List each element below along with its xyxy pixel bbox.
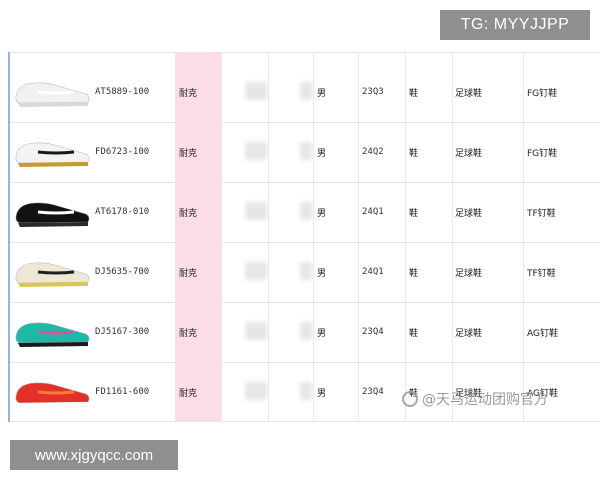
season-cell: 24Q1 <box>362 267 384 277</box>
season-cell: 23Q3 <box>362 87 384 97</box>
type-cell: AG钉鞋 <box>527 328 558 339</box>
watermark-bottom-left: www.xjgyqcc.com <box>10 440 178 470</box>
sku-cell: FD6723-100 <box>95 147 150 157</box>
gender-cell: 男 <box>317 148 327 159</box>
category-cell: 足球鞋 <box>455 208 483 219</box>
blurred-cell <box>245 82 267 100</box>
brand-cell: 耐克 <box>179 208 198 219</box>
season-cell: 23Q4 <box>362 327 384 337</box>
season-cell: 23Q4 <box>362 387 384 397</box>
brand-cell: 耐克 <box>179 88 198 99</box>
blurred-cell <box>300 382 312 400</box>
gender-cell: 男 <box>317 388 327 399</box>
category-cell: 足球鞋 <box>455 268 483 279</box>
gender-cell: 男 <box>317 268 327 279</box>
category-cell: 足球鞋 <box>455 148 483 159</box>
brand-cell: 耐克 <box>179 388 198 399</box>
sku-cell: AT5889-100 <box>95 87 150 97</box>
brand-cell: 耐克 <box>179 148 198 159</box>
table-row[interactable]: DJ5635-700 耐克 男 24Q1 鞋 足球鞋 TF钉鞋 <box>0 242 600 302</box>
product-thumbnail[interactable] <box>12 312 92 352</box>
overlay-badge: @天马运动团购官方 <box>402 387 548 411</box>
type-cell: FG钉鞋 <box>527 148 558 159</box>
kind-cell: 鞋 <box>409 268 419 279</box>
blurred-cell <box>245 262 267 280</box>
blurred-cell <box>300 202 312 220</box>
brand-cell: 耐克 <box>179 328 198 339</box>
kind-cell: 鞋 <box>409 88 419 99</box>
blurred-cell <box>300 142 312 160</box>
blurred-cell <box>245 142 267 160</box>
category-cell: 足球鞋 <box>455 328 483 339</box>
spreadsheet-view: AT5889-100 耐克 男 23Q3 鞋 足球鞋 FG钉鞋 FD6723-1… <box>0 0 600 480</box>
table-row[interactable]: AT6178-010 耐克 男 24Q1 鞋 足球鞋 TF钉鞋 <box>0 182 600 242</box>
gender-cell: 男 <box>317 328 327 339</box>
sku-cell: AT6178-010 <box>95 207 150 217</box>
kind-cell: 鞋 <box>409 148 419 159</box>
blurred-cell <box>300 82 312 100</box>
product-thumbnail[interactable] <box>12 132 92 172</box>
watermark-top-right: TG: MYYJJPP <box>440 10 590 40</box>
product-thumbnail[interactable] <box>12 252 92 292</box>
season-cell: 24Q2 <box>362 147 384 157</box>
blurred-cell <box>245 382 267 400</box>
overlay-badge-text: @天马运动团购官方 <box>422 392 548 408</box>
account-icon <box>402 391 418 407</box>
kind-cell: 鞋 <box>409 328 419 339</box>
brand-cell: 耐克 <box>179 268 198 279</box>
grid-line <box>8 52 600 53</box>
blurred-cell <box>245 322 267 340</box>
sku-cell: DJ5167-300 <box>95 327 150 337</box>
kind-cell: 鞋 <box>409 208 419 219</box>
sku-cell: FD1161-600 <box>95 387 150 397</box>
sku-cell: DJ5635-700 <box>95 267 150 277</box>
type-cell: TF钉鞋 <box>527 208 556 219</box>
type-cell: FG钉鞋 <box>527 88 558 99</box>
gender-cell: 男 <box>317 208 327 219</box>
table-row[interactable]: DJ5167-300 耐克 男 23Q4 鞋 足球鞋 AG钉鞋 <box>0 302 600 362</box>
blurred-cell <box>300 322 312 340</box>
blurred-cell <box>300 262 312 280</box>
category-cell: 足球鞋 <box>455 88 483 99</box>
product-thumbnail[interactable] <box>12 192 92 232</box>
table-row[interactable]: AT5889-100 耐克 男 23Q3 鞋 足球鞋 FG钉鞋 <box>0 62 600 122</box>
type-cell: TF钉鞋 <box>527 268 556 279</box>
season-cell: 24Q1 <box>362 207 384 217</box>
gender-cell: 男 <box>317 88 327 99</box>
product-thumbnail[interactable] <box>12 72 92 112</box>
product-thumbnail[interactable] <box>12 372 92 412</box>
table-row[interactable]: FD6723-100 耐克 男 24Q2 鞋 足球鞋 FG钉鞋 <box>0 122 600 182</box>
blurred-cell <box>245 202 267 220</box>
